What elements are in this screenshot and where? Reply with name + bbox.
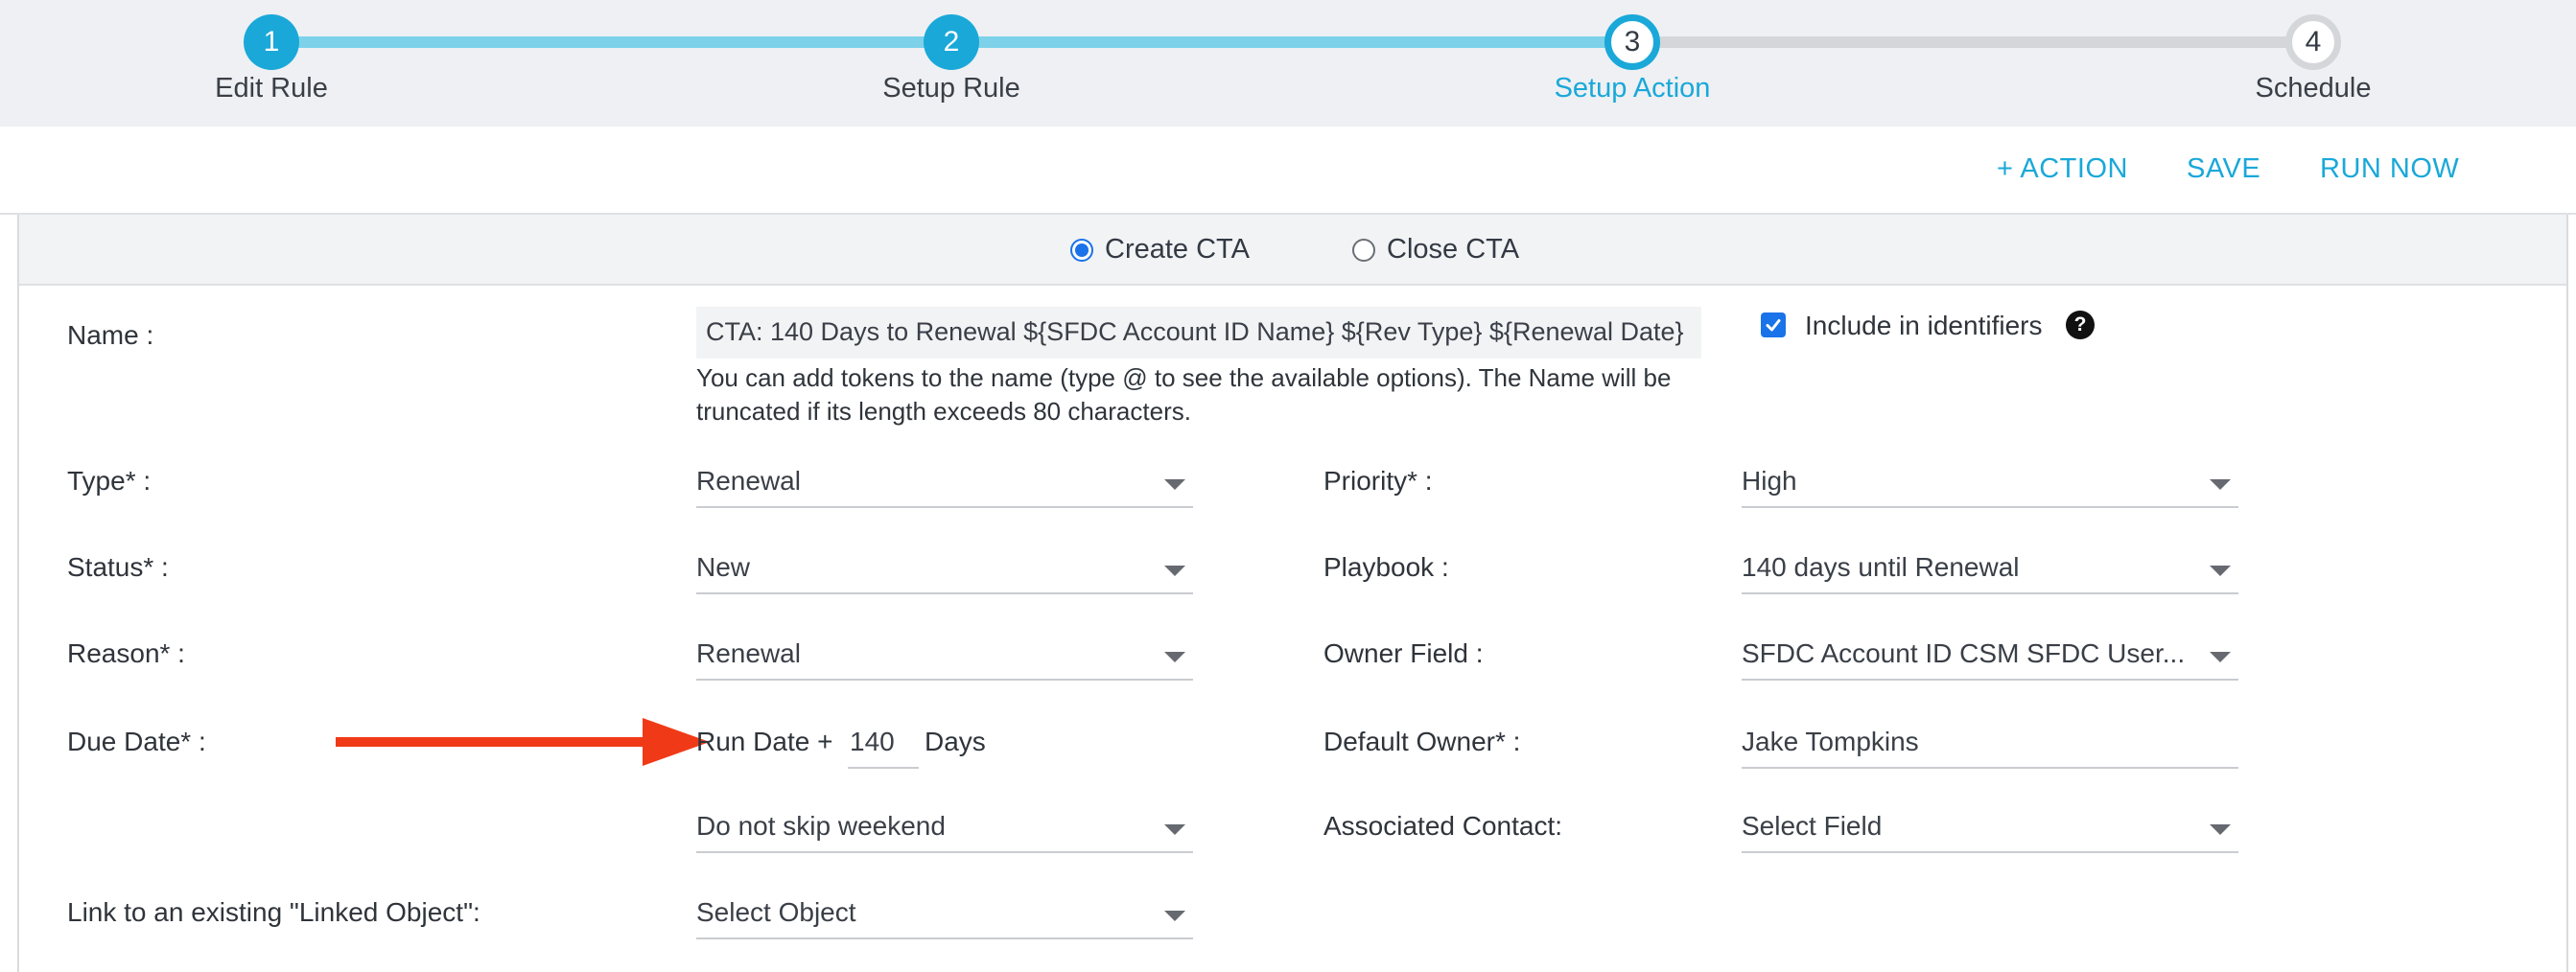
caret-down-icon <box>2210 652 2231 662</box>
default-owner-label: Default Owner* : <box>1323 727 1521 756</box>
name-input[interactable]: CTA: 140 Days to Renewal ${SFDC Account … <box>696 307 1701 359</box>
owner-field-value: SFDC Account ID CSM SFDC User... <box>1742 638 2186 668</box>
due-days-input[interactable]: 140 <box>848 719 919 769</box>
step-label: Setup Rule <box>882 73 1020 104</box>
question-circle-icon[interactable]: ? <box>2066 311 2095 339</box>
priority-select[interactable]: High <box>1742 458 2238 508</box>
caret-down-icon <box>1164 566 1185 576</box>
step-number: 4 <box>2285 14 2341 70</box>
status-label: Status* : <box>67 552 169 582</box>
due-date-prefix: Run Date + <box>696 727 833 756</box>
due-date-suffix: Days <box>925 727 986 756</box>
playbook-label: Playbook : <box>1323 552 1449 582</box>
owner-field-select[interactable]: SFDC Account ID CSM SFDC User... <box>1742 631 2238 681</box>
associated-contact-value: Select Field <box>1742 811 1883 841</box>
step-number: 1 <box>244 14 299 70</box>
stepper-remaining-line <box>1632 36 2313 48</box>
linked-object-value: Select Object <box>696 897 856 927</box>
caret-down-icon <box>2210 824 2231 835</box>
associated-contact-label: Associated Contact: <box>1323 811 1563 841</box>
playbook-value: 140 days until Renewal <box>1742 552 2020 582</box>
run-now-button[interactable]: RUN NOW <box>2320 153 2459 185</box>
close-cta-radio[interactable]: Close CTA <box>1352 234 1519 266</box>
red-arrow-annotation <box>336 718 710 766</box>
include-identifiers-label: Include in identifiers <box>1805 311 2043 340</box>
due-date-label: Due Date* : <box>67 727 206 756</box>
due-days-value: 140 <box>850 727 895 756</box>
linked-object-label: Link to an existing "Linked Object": <box>67 897 480 927</box>
save-button[interactable]: SAVE <box>2187 153 2260 185</box>
skip-weekend-value: Do not skip weekend <box>696 811 946 841</box>
caret-down-icon <box>1164 911 1185 921</box>
caret-down-icon <box>1164 652 1185 662</box>
default-owner-value: Jake Tompkins <box>1742 727 1919 756</box>
associated-contact-select[interactable]: Select Field <box>1742 803 2238 853</box>
include-identifiers-checkbox[interactable] <box>1761 312 1786 337</box>
radio-checked-icon[interactable] <box>1070 238 1093 262</box>
linked-object-select[interactable]: Select Object <box>696 890 1193 939</box>
create-cta-label: Create CTA <box>1105 234 1250 265</box>
caret-down-icon <box>1164 824 1185 835</box>
checkmark-icon <box>1766 319 1781 332</box>
status-select[interactable]: New <box>696 544 1193 594</box>
name-label: Name : <box>67 320 154 350</box>
reason-select[interactable]: Renewal <box>696 631 1193 681</box>
skip-weekend-select[interactable]: Do not skip weekend <box>696 803 1193 853</box>
action-bar: + ACTION SAVE RUN NOW <box>0 127 2576 215</box>
caret-down-icon <box>2210 566 2231 576</box>
create-cta-radio[interactable]: Create CTA <box>1070 234 1250 266</box>
caret-down-icon <box>1164 479 1185 490</box>
name-help-text: You can add tokens to the name (type @ t… <box>696 363 1672 426</box>
close-cta-label: Close CTA <box>1387 234 1520 265</box>
radio-unchecked-icon[interactable] <box>1352 238 1375 262</box>
reason-label: Reason* : <box>67 638 185 668</box>
caret-down-icon <box>2210 479 2231 490</box>
step-label: Edit Rule <box>215 73 328 104</box>
reason-value: Renewal <box>696 638 801 668</box>
step-number: 2 <box>924 14 979 70</box>
type-value: Renewal <box>696 466 801 496</box>
priority-value: High <box>1742 466 1797 496</box>
priority-label: Priority* : <box>1323 466 1433 496</box>
type-label: Type* : <box>67 466 152 496</box>
status-value: New <box>696 552 751 582</box>
add-action-button[interactable]: + ACTION <box>1997 153 2128 185</box>
type-select[interactable]: Renewal <box>696 458 1193 508</box>
owner-field-label: Owner Field : <box>1323 638 1484 668</box>
step-number: 3 <box>1604 14 1660 70</box>
step-label: Setup Action <box>1554 73 1711 104</box>
cta-mode-bar: Create CTA Close CTA <box>19 215 2566 286</box>
step-label: Schedule <box>2255 73 2372 104</box>
default-owner-input[interactable]: Jake Tompkins <box>1742 719 2238 769</box>
playbook-select[interactable]: 140 days until Renewal <box>1742 544 2238 594</box>
wizard-stepper: 1 Edit Rule 2 Setup Rule 3 Setup Action … <box>0 0 2576 127</box>
action-panel: Create CTA Close CTA Name : CTA: 140 Day… <box>17 215 2568 972</box>
